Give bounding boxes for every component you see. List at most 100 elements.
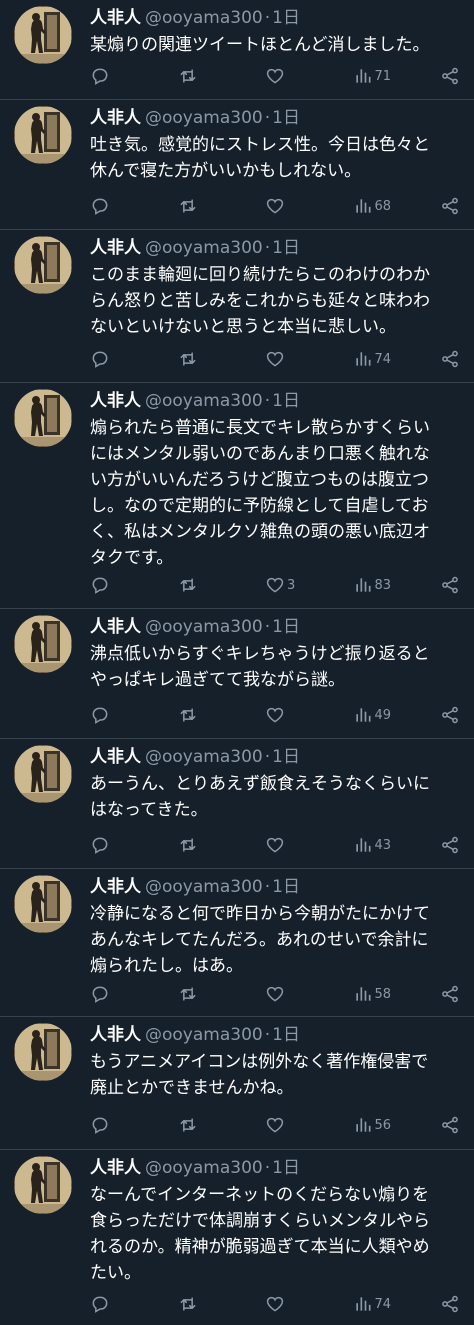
tweet[interactable]: 人非人 @ooyama300 · 1日 某煽りの関連ツイートほとんど消しました。 71: [0, 0, 474, 100]
retweet-button[interactable]: [178, 1115, 218, 1135]
share-button[interactable]: [440, 196, 460, 216]
display-name[interactable]: 人非人: [90, 1158, 141, 1178]
separator: ·: [264, 1025, 271, 1045]
share-button[interactable]: [440, 349, 460, 369]
avatar[interactable]: [14, 745, 72, 803]
timestamp[interactable]: 1日: [272, 238, 300, 258]
display-name[interactable]: 人非人: [90, 877, 141, 897]
share-button[interactable]: [440, 984, 460, 1004]
like-button[interactable]: 3: [265, 575, 305, 595]
timestamp[interactable]: 1日: [272, 747, 300, 767]
like-button[interactable]: [265, 984, 305, 1004]
separator: ·: [264, 8, 271, 28]
retweet-button[interactable]: [178, 349, 218, 369]
tweet[interactable]: 人非人 @ooyama300 · 1日 あーうん、とりあえず飯食えそうなくらいに はな…: [0, 739, 474, 869]
avatar[interactable]: [14, 106, 72, 164]
reply-button[interactable]: [90, 575, 130, 595]
tweet[interactable]: 人非人 @ooyama300 · 1日 吐き気。感覚的にストレス性。今日は色々と 休ん…: [0, 100, 474, 230]
handle[interactable]: @ooyama300: [145, 747, 263, 767]
timestamp[interactable]: 1日: [272, 108, 300, 128]
like-button[interactable]: [265, 196, 305, 216]
display-name[interactable]: 人非人: [90, 238, 141, 258]
display-name[interactable]: 人非人: [90, 391, 141, 411]
tweet[interactable]: 人非人 @ooyama300 · 1日 なーんでインターネットのくだらない煽りを 食ら…: [0, 1150, 474, 1325]
views-button[interactable]: 71: [353, 66, 393, 86]
handle[interactable]: @ooyama300: [145, 1158, 263, 1178]
reply-button[interactable]: [90, 835, 130, 855]
like-button[interactable]: [265, 705, 305, 725]
tweet[interactable]: 人非人 @ooyama300 · 1日 沸点低いからすぐキレちゃうけど振り返ると やっ…: [0, 609, 474, 739]
views-button[interactable]: 58: [353, 984, 393, 1004]
display-name[interactable]: 人非人: [90, 617, 141, 637]
share-button[interactable]: [440, 575, 460, 595]
handle[interactable]: @ooyama300: [145, 1025, 263, 1045]
display-name[interactable]: 人非人: [90, 1025, 141, 1045]
avatar[interactable]: [14, 1156, 72, 1214]
timestamp[interactable]: 1日: [272, 8, 300, 28]
handle[interactable]: @ooyama300: [145, 238, 263, 258]
handle[interactable]: @ooyama300: [145, 617, 263, 637]
timestamp[interactable]: 1日: [272, 391, 300, 411]
views-icon: [353, 705, 373, 725]
like-button[interactable]: [265, 835, 305, 855]
avatar[interactable]: [14, 875, 72, 933]
share-icon: [440, 1294, 460, 1314]
handle[interactable]: @ooyama300: [145, 391, 263, 411]
handle[interactable]: @ooyama300: [145, 877, 263, 897]
like-button[interactable]: [265, 1115, 305, 1135]
retweet-button[interactable]: [178, 984, 218, 1004]
share-button[interactable]: [440, 1294, 460, 1314]
views-button[interactable]: 56: [353, 1115, 393, 1135]
timestamp[interactable]: 1日: [272, 1025, 300, 1045]
reply-icon: [90, 984, 110, 1004]
reply-button[interactable]: [90, 1115, 130, 1135]
timestamp[interactable]: 1日: [272, 617, 300, 637]
avatar[interactable]: [14, 1023, 72, 1081]
tweet[interactable]: 人非人 @ooyama300 · 1日 冷静になると何で昨日から今朝がたにかけて あん…: [0, 869, 474, 1017]
share-button[interactable]: [440, 705, 460, 725]
reply-button[interactable]: [90, 196, 130, 216]
avatar[interactable]: [14, 236, 72, 294]
timestamp[interactable]: 1日: [272, 1158, 300, 1178]
share-icon: [440, 66, 460, 86]
retweet-button[interactable]: [178, 66, 218, 86]
reply-button[interactable]: [90, 349, 130, 369]
avatar[interactable]: [14, 615, 72, 673]
views-button[interactable]: 74: [353, 1294, 393, 1314]
share-button[interactable]: [440, 835, 460, 855]
views-button[interactable]: 74: [353, 349, 393, 369]
handle[interactable]: @ooyama300: [145, 8, 263, 28]
heart-icon: [265, 705, 285, 725]
tweet[interactable]: 人非人 @ooyama300 · 1日 煽られたら普通に長文でキレ散らかすくらい には…: [0, 383, 474, 609]
tweet[interactable]: 人非人 @ooyama300 · 1日 もうアニメアイコンは例外なく著作権侵害で 廃止…: [0, 1017, 474, 1150]
display-name[interactable]: 人非人: [90, 108, 141, 128]
timestamp[interactable]: 1日: [272, 877, 300, 897]
tweet[interactable]: 人非人 @ooyama300 · 1日 このまま輪廻に回り続けたらこのわけのわか らん…: [0, 230, 474, 383]
handle[interactable]: @ooyama300: [145, 108, 263, 128]
avatar[interactable]: [14, 389, 72, 447]
reply-button[interactable]: [90, 984, 130, 1004]
display-name[interactable]: 人非人: [90, 8, 141, 28]
separator: ·: [264, 391, 271, 411]
views-button[interactable]: 83: [353, 575, 393, 595]
views-button[interactable]: 43: [353, 835, 393, 855]
reply-button[interactable]: [90, 1294, 130, 1314]
avatar[interactable]: [14, 6, 72, 64]
share-button[interactable]: [440, 66, 460, 86]
reply-icon: [90, 575, 110, 595]
display-name[interactable]: 人非人: [90, 747, 141, 767]
views-button[interactable]: 49: [353, 705, 393, 725]
views-button[interactable]: 68: [353, 196, 393, 216]
share-button[interactable]: [440, 1115, 460, 1135]
reply-button[interactable]: [90, 66, 130, 86]
retweet-button[interactable]: [178, 1294, 218, 1314]
retweet-button[interactable]: [178, 705, 218, 725]
retweet-button[interactable]: [178, 835, 218, 855]
retweet-button[interactable]: [178, 196, 218, 216]
reply-button[interactable]: [90, 705, 130, 725]
retweet-icon: [178, 66, 198, 86]
like-button[interactable]: [265, 1294, 305, 1314]
retweet-button[interactable]: [178, 575, 218, 595]
like-button[interactable]: [265, 349, 305, 369]
like-button[interactable]: [265, 66, 305, 86]
